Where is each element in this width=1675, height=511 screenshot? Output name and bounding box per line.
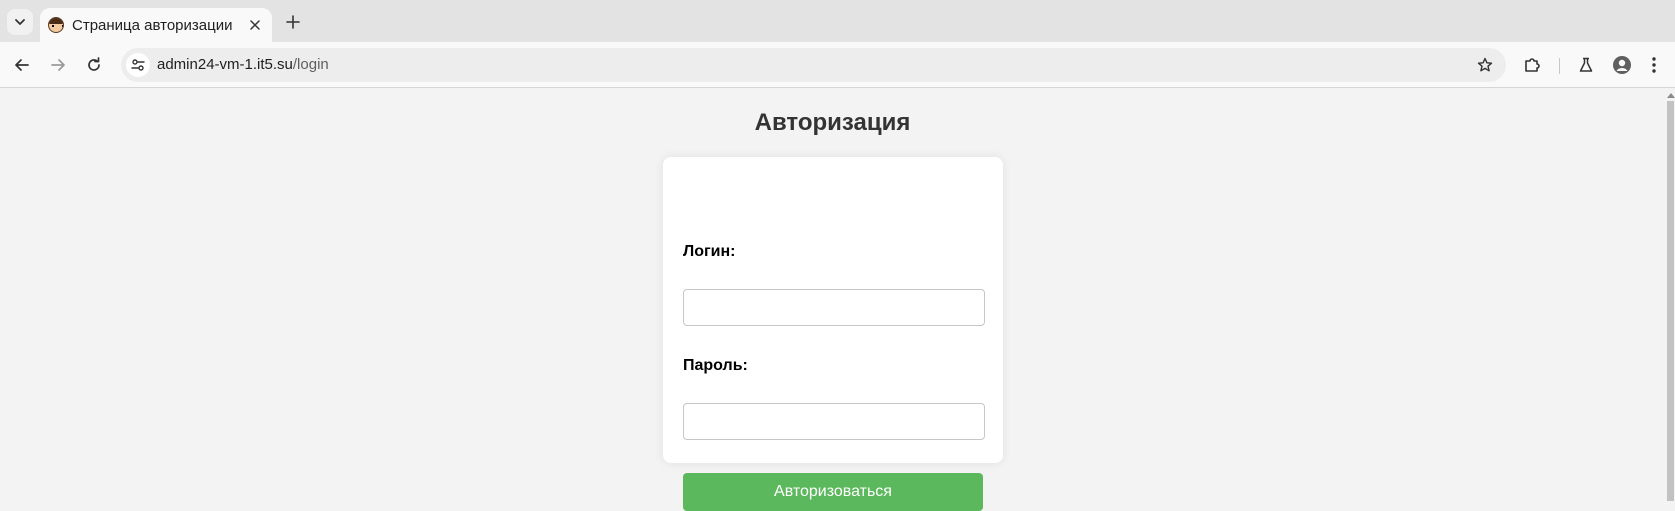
star-icon [1477, 57, 1493, 72]
url-path: /login [292, 56, 329, 73]
flask-icon [1579, 57, 1593, 72]
tab-title: Страница авторизации [72, 16, 233, 34]
browser-menu-button[interactable] [1640, 51, 1668, 79]
address-bar[interactable]: admin24-vm-1.it5.su/login [121, 48, 1506, 82]
extensions-button[interactable] [1518, 51, 1546, 79]
reload-button[interactable] [80, 51, 108, 79]
plus-icon [286, 15, 300, 29]
scroll-thumb[interactable] [1667, 101, 1674, 501]
page-viewport: Авторизация Логин: Пароль: Авторизоватьс… [0, 89, 1675, 511]
close-icon [250, 20, 260, 30]
profile-button[interactable] [1608, 51, 1636, 79]
login-label: Логин: [683, 243, 736, 260]
chevron-down-icon [15, 19, 25, 25]
site-info-button[interactable] [126, 53, 150, 77]
reload-icon [88, 57, 100, 71]
page-scrollbar[interactable] [1666, 89, 1675, 501]
back-button[interactable] [8, 51, 36, 79]
page-title: Авторизация [754, 109, 911, 136]
tab-strip: Страница авторизации [0, 0, 1675, 42]
toolbar-divider [1559, 58, 1560, 74]
labs-button[interactable] [1572, 51, 1600, 79]
login-form: Логин: Пароль: Авторизоваться [663, 157, 1003, 511]
login-input[interactable] [683, 289, 985, 326]
url-text[interactable]: admin24-vm-1.it5.su/login [157, 56, 329, 73]
arrow-right-icon [51, 59, 65, 71]
new-tab-button[interactable] [282, 11, 304, 33]
scroll-up-arrow-icon[interactable] [1667, 93, 1675, 98]
avatar-icon [1613, 56, 1631, 74]
browser-tab-active[interactable]: Страница авторизации [40, 8, 272, 42]
browser-toolbar: admin24-vm-1.it5.su/login [0, 42, 1675, 88]
tune-icon [131, 59, 145, 71]
puzzle-icon [1525, 58, 1540, 72]
cartoon-face-icon [48, 17, 64, 33]
tab-search-button[interactable] [7, 9, 33, 35]
password-label: Пароль: [683, 357, 748, 374]
password-input[interactable] [683, 403, 985, 440]
arrow-left-icon [15, 59, 29, 71]
bookmark-button[interactable] [1474, 54, 1496, 76]
url-host: admin24-vm-1.it5.su [157, 56, 293, 73]
forward-button[interactable] [44, 51, 72, 79]
login-submit-button[interactable]: Авторизоваться [683, 473, 983, 511]
kebab-menu-icon [1652, 57, 1656, 73]
close-tab-button[interactable] [246, 16, 264, 34]
